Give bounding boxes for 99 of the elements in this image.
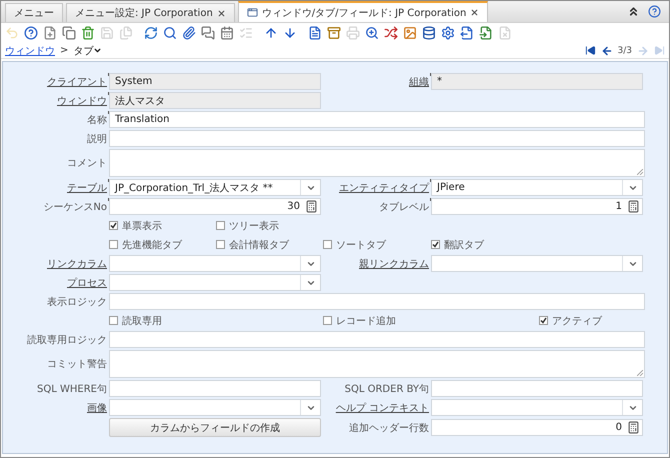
settings-icon[interactable] — [441, 26, 455, 40]
calculator-icon[interactable] — [627, 421, 640, 434]
input-field[interactable]: 法人マスタ — [109, 92, 321, 109]
input-field[interactable]: System — [109, 73, 321, 90]
field-label: 追加ヘッダー行数 — [349, 422, 430, 434]
combo-field[interactable] — [431, 399, 643, 416]
combo-field[interactable]: JP_Corporation_Trl_法人マスタ ** — [109, 179, 321, 196]
shuffle-icon[interactable] — [384, 26, 398, 40]
checkbox[interactable] — [431, 240, 440, 249]
tab[interactable]: メニュー — [5, 3, 63, 22]
close-icon[interactable] — [470, 8, 480, 17]
input-field[interactable] — [109, 293, 645, 310]
archive-icon[interactable] — [327, 26, 341, 40]
checkbox-label[interactable]: 会計情報タブ — [229, 238, 289, 252]
checkbox[interactable] — [216, 221, 225, 230]
combo-field[interactable] — [109, 255, 321, 272]
breadcrumb-menu[interactable]: タブ — [73, 44, 102, 58]
previous-record-icon[interactable] — [600, 44, 613, 56]
number-field[interactable]: 1 — [431, 198, 643, 215]
export-icon[interactable] — [460, 26, 474, 40]
close-icon[interactable] — [216, 8, 226, 18]
input-field[interactable]: * — [431, 73, 643, 90]
help-icon[interactable] — [648, 4, 661, 18]
report-icon[interactable] — [308, 26, 322, 40]
field-label-link[interactable]: プロセス — [67, 276, 109, 290]
field-label: コミット警告 — [47, 358, 108, 371]
tab[interactable]: メニュー設定: JP Corporation — [66, 3, 235, 22]
chat-icon[interactable] — [201, 26, 215, 40]
field-label-link[interactable]: ヘルプ コンテキスト — [336, 400, 431, 414]
window-icon — [246, 7, 258, 18]
checkbox-label[interactable]: 先進機能タブ — [122, 238, 182, 252]
checkbox-label[interactable]: 読取専用 — [122, 314, 162, 328]
checkbox[interactable] — [109, 316, 118, 325]
breadcrumb-link[interactable]: ウィンドウ — [5, 44, 55, 58]
number-field[interactable]: 0 — [431, 419, 643, 436]
create-fields-button[interactable]: カラムからフィールドの作成 — [109, 418, 321, 437]
input-field[interactable] — [109, 331, 645, 348]
image-icon[interactable] — [403, 26, 417, 40]
help-icon[interactable] — [24, 26, 38, 40]
resize-icon[interactable] — [637, 370, 643, 376]
refresh-icon[interactable] — [144, 26, 158, 40]
input-field[interactable] — [431, 380, 643, 397]
checkbox[interactable] — [323, 240, 332, 249]
field-label-link[interactable]: テーブル — [67, 180, 109, 194]
checkbox[interactable] — [216, 240, 225, 249]
input-field[interactable] — [109, 380, 321, 397]
copy-icon[interactable] — [62, 26, 76, 40]
up-arrow-icon[interactable] — [264, 26, 278, 40]
record-position: 3/3 — [618, 46, 632, 56]
checkbox-label[interactable]: 翻訳タブ — [444, 238, 484, 252]
input-field[interactable]: Translation — [109, 111, 645, 128]
down-arrow-icon[interactable] — [283, 26, 297, 40]
field-label-link[interactable]: エンティティタイプ — [339, 180, 431, 194]
first-record-icon[interactable] — [584, 45, 596, 56]
new-document-icon[interactable] — [43, 26, 57, 40]
tab[interactable]: ウィンドウ/タブ/フィールド: JP Corporation — [238, 1, 488, 22]
field-label-link[interactable]: ウィンドウ — [57, 94, 109, 108]
checkbox[interactable] — [323, 316, 332, 325]
field-label: SQL ORDER BY句 — [344, 382, 430, 396]
resize-icon[interactable] — [637, 169, 643, 175]
delete-icon[interactable] — [81, 26, 95, 40]
field-label: 説明 — [87, 132, 108, 146]
field-label-link[interactable]: 画像 — [87, 400, 109, 414]
field-label: 表示ロジック — [47, 296, 108, 308]
field-label: コメント — [67, 157, 108, 170]
checkbox-label[interactable]: アクティブ — [552, 314, 602, 328]
combo-field[interactable] — [109, 399, 321, 416]
field-label: タブレベル — [379, 200, 430, 214]
number-field[interactable]: 30 — [109, 198, 321, 215]
checkbox[interactable] — [109, 240, 118, 249]
caret-icon[interactable] — [93, 46, 102, 55]
combo-field[interactable] — [431, 255, 643, 272]
calculator-icon[interactable] — [627, 200, 640, 213]
checkbox-label[interactable]: ツリー表示 — [229, 218, 279, 232]
breadcrumb-separator: > — [60, 45, 68, 56]
calendar-icon[interactable] — [220, 26, 234, 40]
attachment-icon[interactable] — [182, 26, 196, 40]
field-label: SQL WHERE句 — [37, 382, 108, 396]
field-label: 名称 — [87, 114, 108, 126]
field-label-link[interactable]: クライアント — [47, 74, 109, 88]
combo-field[interactable]: JPiere — [431, 179, 643, 196]
checkbox-label[interactable]: 単票表示 — [122, 218, 162, 232]
calculator-icon[interactable] — [305, 200, 318, 213]
import-icon[interactable] — [479, 26, 493, 40]
field-label-link[interactable]: 組織 — [409, 74, 431, 88]
database-icon[interactable] — [422, 26, 436, 40]
field-label: シーケンスNo — [43, 200, 108, 214]
search-icon[interactable] — [163, 26, 177, 40]
field-label-link[interactable]: リンクカラム — [47, 256, 109, 270]
combo-field[interactable] — [109, 274, 321, 291]
input-field[interactable] — [109, 130, 645, 147]
checkbox[interactable] — [109, 221, 118, 230]
checkbox-label[interactable]: ソートタブ — [336, 238, 386, 252]
checkbox[interactable] — [539, 316, 548, 325]
field-label-link[interactable]: 親リンクカラム — [359, 256, 431, 270]
checkbox-label[interactable]: レコード追加 — [336, 314, 396, 328]
field-label: 読取専用ロジック — [27, 334, 108, 346]
collapse-icon[interactable] — [627, 4, 640, 18]
zoom-icon[interactable] — [365, 26, 379, 40]
